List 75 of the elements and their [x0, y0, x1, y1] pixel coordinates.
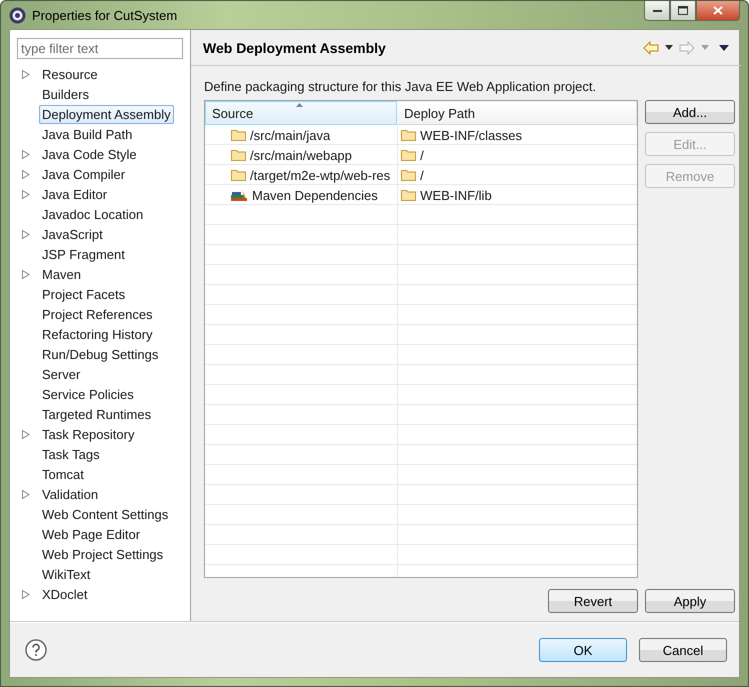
close-icon: [713, 6, 723, 15]
expand-arrow-icon[interactable]: [22, 490, 30, 498]
table-cell: WEB-INF/classes: [397, 125, 637, 145]
expand-arrow-icon[interactable]: [22, 170, 30, 178]
dialog-button[interactable]: Cancel: [639, 638, 727, 662]
page-title: Web Deployment Assembly: [203, 40, 387, 56]
tree-item[interactable]: Deployment Assembly: [39, 104, 174, 124]
page-button[interactable]: Apply: [645, 589, 735, 613]
table-cell: WEB-INF/lib: [397, 185, 637, 205]
maximize-icon: [678, 6, 688, 15]
tree-item[interactable]: Task Repository: [39, 424, 138, 444]
tree-item[interactable]: Refactoring History: [39, 324, 156, 344]
table-cell: /src/main/java: [205, 125, 398, 145]
tree-item[interactable]: Targeted Runtimes: [39, 404, 154, 424]
tree-item[interactable]: Web Project Settings: [39, 544, 166, 564]
caret-icon[interactable]: [665, 45, 673, 50]
minimize-icon: [652, 10, 662, 12]
tree-item[interactable]: WikiText: [39, 564, 94, 584]
tree-item[interactable]: JSP Fragment: [39, 244, 128, 264]
menu-caret-icon[interactable]: [719, 44, 729, 50]
tree-item[interactable]: JavaScript: [39, 224, 106, 244]
table-cell: /: [397, 145, 637, 165]
expand-arrow-icon[interactable]: [22, 590, 30, 598]
dialog-button[interactable]: OK: [539, 638, 627, 662]
folder-icon: [231, 129, 246, 141]
folder-icon: [401, 169, 416, 181]
folder-icon: [231, 149, 246, 161]
folder-icon: [401, 129, 416, 141]
tree-item[interactable]: Run/Debug Settings: [39, 344, 162, 364]
app-icon: [9, 6, 26, 24]
expand-arrow-icon[interactable]: [22, 190, 30, 198]
page-button[interactable]: Revert: [548, 589, 638, 613]
minimize-button[interactable]: [644, 1, 670, 21]
side-button[interactable]: Add...: [645, 100, 735, 124]
expand-arrow-icon[interactable]: [22, 150, 30, 158]
back-arrow-icon[interactable]: [643, 40, 659, 54]
table-cell: /: [397, 165, 637, 185]
sort-arrow-icon: [296, 103, 303, 107]
tree-item[interactable]: Validation: [39, 484, 102, 504]
tree-item[interactable]: Java Code Style: [39, 144, 140, 164]
tree-item[interactable]: Javadoc Location: [39, 204, 146, 224]
tree-item[interactable]: Web Content Settings: [39, 504, 172, 524]
tree-item[interactable]: Java Editor: [39, 184, 110, 204]
folder-icon: [401, 149, 416, 161]
table-cell: /target/m2e-wtp/web-res: [205, 165, 398, 185]
tree-item[interactable]: Builders: [39, 84, 92, 104]
expand-arrow-icon[interactable]: [22, 270, 30, 278]
tree-item[interactable]: Server: [39, 364, 84, 384]
expand-arrow-icon[interactable]: [22, 430, 30, 438]
folder-icon: [401, 189, 416, 201]
tree-item[interactable]: Web Page Editor: [39, 524, 144, 544]
expand-arrow-icon[interactable]: [22, 230, 30, 238]
tree-item[interactable]: Resource: [39, 64, 101, 84]
tree-item[interactable]: Java Compiler: [39, 164, 128, 184]
window-title: Properties for CutSystem: [32, 8, 178, 22]
expand-arrow-icon[interactable]: [22, 70, 30, 78]
folder-icon: [231, 169, 246, 181]
help-icon[interactable]: [25, 639, 47, 661]
tree-item[interactable]: XDoclet: [39, 584, 91, 604]
tree-item[interactable]: Task Tags: [39, 444, 103, 464]
column-header[interactable]: Deploy Path: [397, 101, 637, 125]
tree-item[interactable]: Project Facets: [39, 284, 128, 304]
books-icon: [231, 188, 248, 202]
filter-field[interactable]: type filter text: [17, 38, 183, 59]
table-cell: Maven Dependencies: [205, 185, 398, 205]
tree-item[interactable]: Maven: [39, 264, 84, 284]
tree-item[interactable]: Service Policies: [39, 384, 137, 404]
table-cell: /src/main/webapp: [205, 145, 398, 165]
maximize-button[interactable]: [670, 1, 696, 21]
close-button[interactable]: [696, 1, 740, 21]
tree-item[interactable]: Java Build Path: [39, 124, 136, 144]
tree-item[interactable]: Tomcat: [39, 464, 87, 484]
column-header[interactable]: Source: [205, 101, 398, 125]
description-text: Define packaging structure for this Java EE Web Application project.: [204, 79, 598, 94]
tree-item[interactable]: Project References: [39, 304, 156, 324]
